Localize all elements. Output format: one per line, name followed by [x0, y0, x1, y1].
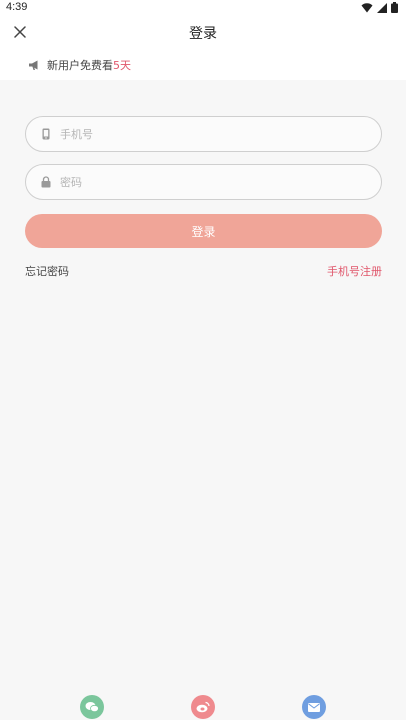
phone-register-link[interactable]: 手机号注册: [327, 263, 382, 279]
weibo-login-button[interactable]: [191, 695, 215, 719]
phone-input[interactable]: [60, 127, 360, 141]
password-input[interactable]: [60, 175, 360, 189]
phone-icon: [39, 127, 53, 141]
login-button[interactable]: 登录: [25, 214, 382, 248]
header: 登录: [0, 16, 406, 48]
wechat-icon: [85, 702, 99, 713]
battery-icon: [391, 2, 398, 13]
wifi-icon: [361, 2, 373, 12]
weibo-icon: [196, 701, 210, 713]
lock-icon: [39, 175, 53, 189]
wechat-login-button[interactable]: [80, 695, 104, 719]
password-field[interactable]: [25, 164, 382, 200]
mail-login-button[interactable]: [302, 695, 326, 719]
promo-highlight: 5天: [113, 59, 131, 72]
status-time: 4:39: [6, 1, 28, 13]
signal-icon: [377, 2, 387, 13]
status-bar: 4:39: [0, 0, 406, 16]
promo-text: 新用户免费看5天: [47, 57, 131, 73]
megaphone-icon: [29, 60, 38, 70]
forgot-password-link[interactable]: 忘记密码: [25, 263, 69, 279]
promo-banner: 新用户免费看5天: [0, 48, 406, 80]
phone-field[interactable]: [25, 116, 382, 152]
promo-label: 新用户免费看: [47, 59, 113, 72]
page-title: 登录: [189, 26, 217, 42]
status-icons: [361, 2, 398, 13]
mail-icon: [308, 702, 320, 712]
